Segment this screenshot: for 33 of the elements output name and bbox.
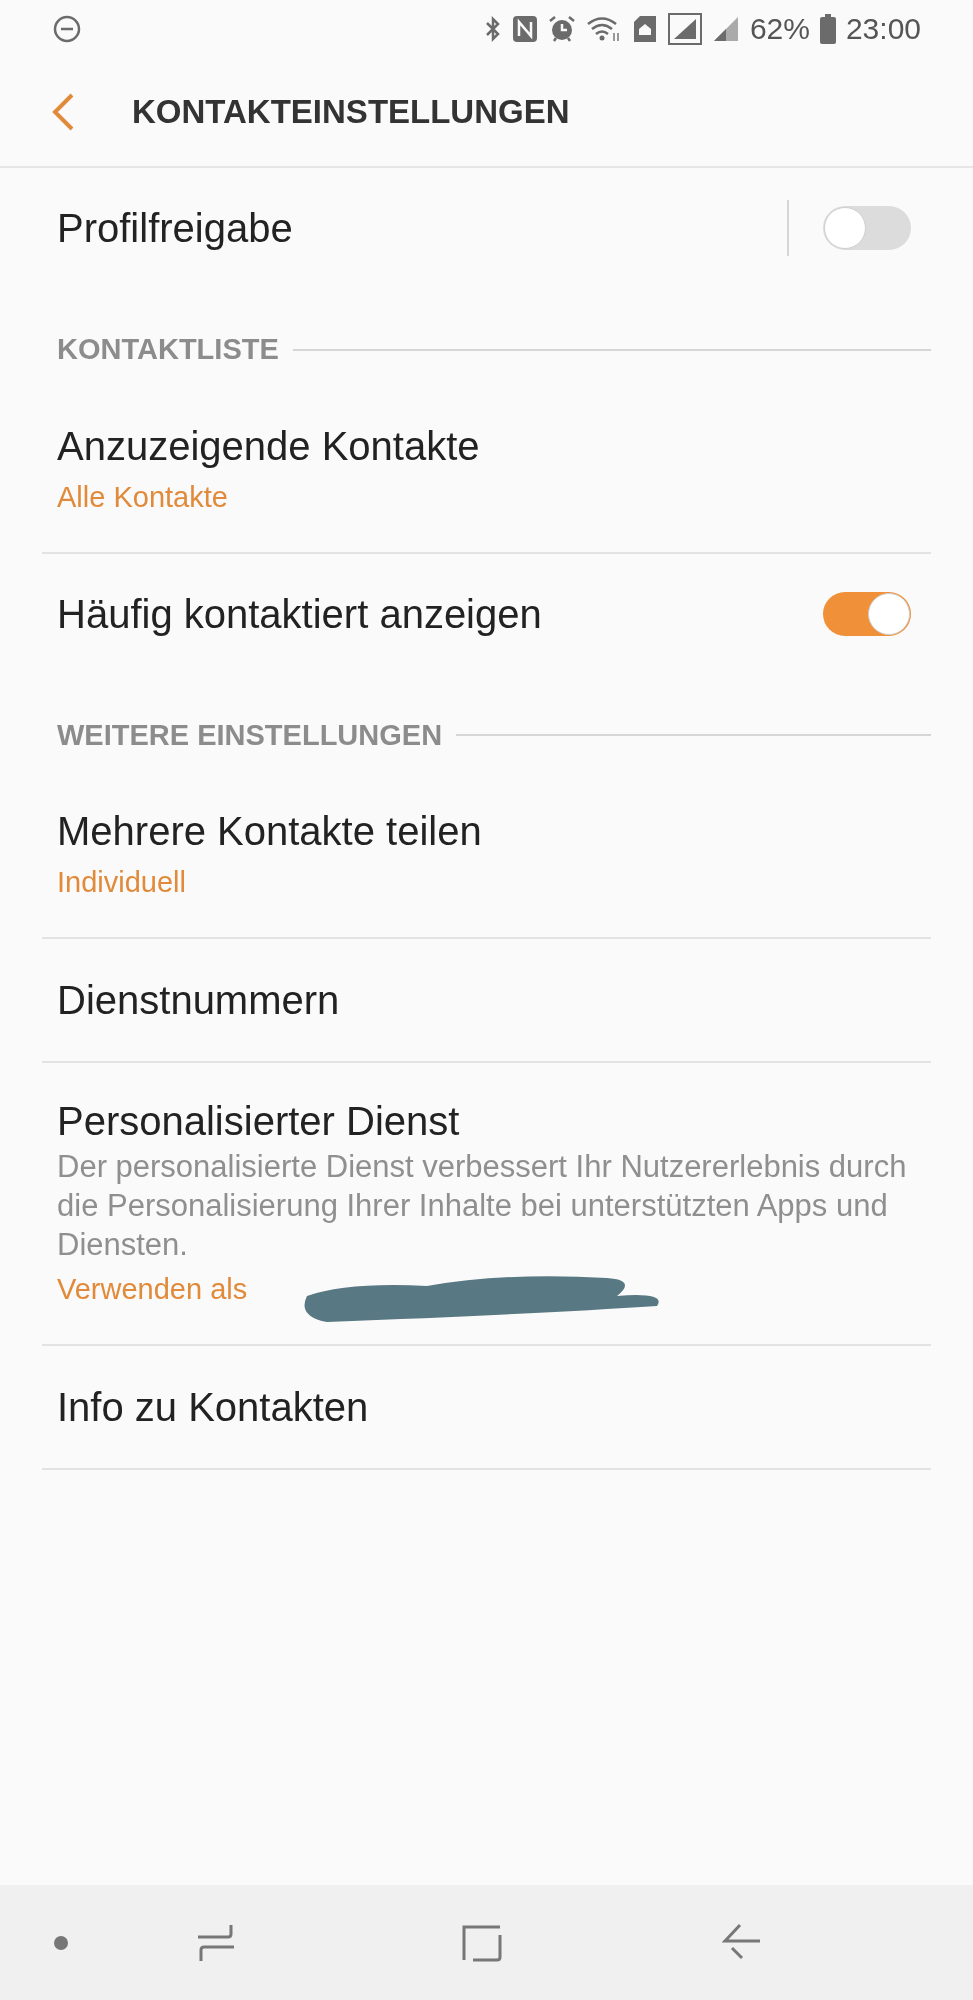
toggle-switch[interactable] <box>823 591 911 636</box>
alarm-icon <box>547 14 576 43</box>
section-header: KONTAKTLISTE <box>57 332 279 367</box>
setting-value: Verwenden als <box>57 1273 248 1305</box>
signal-icon <box>667 12 702 45</box>
battery-icon <box>819 13 836 44</box>
settings-row[interactable]: Personalisierter Dienst Der personalisierte Dienst verbessert Ihr Nutzererlebnis durch die Personalisierung Ihrer Inhalte bei unterstützten Apps und Diensten. Verwenden als <box>42 1063 931 1346</box>
battery-percentage: 62% <box>749 11 810 47</box>
settings-row[interactable]: Anzuzeigende Kontakte Alle Kontakte <box>42 387 931 554</box>
setting-value: Individuell <box>57 866 186 898</box>
setting-value: Alle Kontakte <box>57 480 228 513</box>
settings-row[interactable]: Info zu Kontakten <box>42 1346 931 1470</box>
setting-title: Anzuzeigende Kontakte <box>57 422 481 470</box>
page-title: KONTAKTEINSTELLUNGEN <box>132 91 570 132</box>
clock-time: 23:00 <box>845 11 921 47</box>
do-not-disturb-icon <box>52 13 82 44</box>
setting-title: Personalisierter Dienst <box>57 1098 461 1145</box>
wifi-icon <box>585 14 622 43</box>
settings-row[interactable]: Mehrere Kontakte teilen Individuell <box>42 773 931 939</box>
setting-title: Häufig kontaktiert anzeigen <box>57 590 542 638</box>
section-header: WEITERE EINSTELLUNGEN <box>57 717 443 753</box>
setting-title: Info zu Kontakten <box>57 1384 370 1431</box>
setting-description: Der personalisierte Dienst verbessert Ihr Nutzererlebnis durch die Personalisierung Ihrer Inhalte bei unterstützten Apps und Diensten. <box>57 1148 908 1264</box>
settings-row[interactable]: Profilfreigabe <box>42 168 931 288</box>
bluetooth-icon <box>483 14 502 43</box>
settings-row[interactable]: Dienstnummern <box>42 939 931 1063</box>
toggle-switch[interactable] <box>823 206 911 250</box>
sim-card-icon <box>631 14 658 43</box>
setting-title: Mehrere Kontakte teilen <box>57 808 483 855</box>
settings-row[interactable]: Häufig kontaktiert anzeigen <box>42 553 931 674</box>
nfc-icon <box>511 14 538 43</box>
setting-title: Profilfreigabe <box>57 205 293 252</box>
setting-title: Dienstnummern <box>57 977 341 1024</box>
